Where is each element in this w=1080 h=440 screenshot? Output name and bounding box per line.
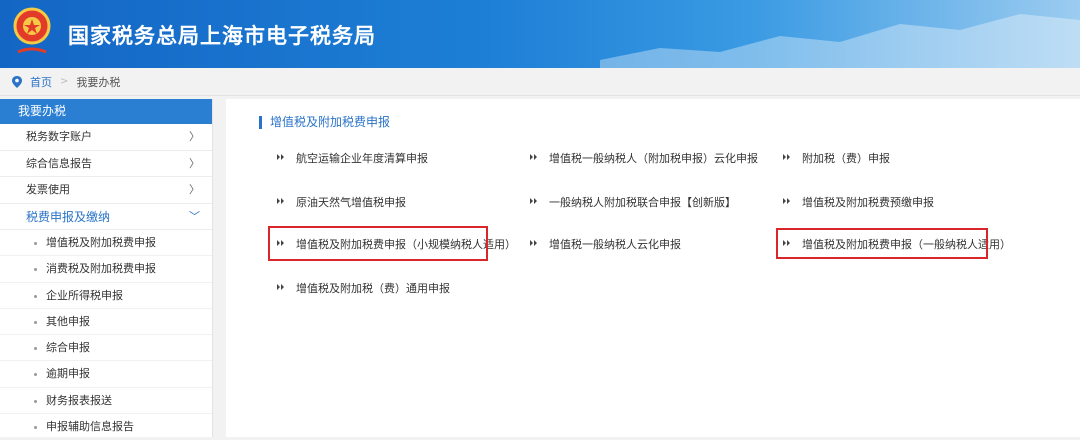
link-label: 航空运输企业年度清算申报 <box>296 152 428 165</box>
link-general-taxpayer-cloud-surcharge[interactable]: 增值税一般纳税人（附加税申报）云化申报 <box>530 150 758 166</box>
sidebar-item-tax-filing[interactable]: 税费申报及缴纳 ﹀ <box>0 204 212 230</box>
breadcrumb: 首页 > 我要办税 <box>0 68 1080 96</box>
sidebar-heading[interactable]: 我要办税 <box>0 99 212 124</box>
bullet-icon <box>34 399 37 403</box>
double-arrow-icon <box>277 154 284 160</box>
double-arrow-icon <box>530 198 537 204</box>
bullet-icon <box>34 242 37 245</box>
sidebar-item-invoice[interactable]: 发票使用 〉 <box>0 177 212 204</box>
sidebar-subitem-label: 增值税及附加税费申报 <box>46 236 156 249</box>
double-arrow-icon <box>783 154 790 160</box>
breadcrumb-separator: > <box>60 76 69 87</box>
breadcrumb-current: 我要办税 <box>76 75 121 89</box>
sidebar-item-label: 综合信息报告 <box>26 156 92 170</box>
sidebar-subitem-consumption-tax[interactable]: 消费税及附加税费申报 <box>0 256 212 283</box>
site-title: 国家税务总局上海市电子税务局 <box>68 24 376 48</box>
chevron-right-icon: 〉 <box>189 130 200 143</box>
sidebar-item-digital-account[interactable]: 税务数字账户 〉 <box>0 124 212 151</box>
sidebar-subitem-vat[interactable]: 增值税及附加税费申报 <box>0 230 212 257</box>
sidebar-item-info-report[interactable]: 综合信息报告 〉 <box>0 151 212 177</box>
bullet-icon <box>34 347 37 351</box>
sidebar-item-label: 税务数字账户 <box>26 130 92 143</box>
breadcrumb-home-link[interactable]: 首页 <box>30 74 52 90</box>
great-wall-background <box>600 14 1080 68</box>
sidebar-subitem-label: 消费税及附加税费申报 <box>46 262 156 276</box>
link-crude-oil-gas-vat[interactable]: 原油天然气增值税申报 <box>277 194 406 210</box>
chevron-right-icon: 〉 <box>189 183 200 196</box>
sidebar-subitem-auxiliary-info[interactable]: 申报辅助信息报告 <box>0 414 212 440</box>
highlight-box-general-taxpayer <box>776 228 988 259</box>
sidebar-item-label: 发票使用 <box>26 183 70 196</box>
highlight-box-small-scale <box>268 226 488 261</box>
bullet-icon <box>34 426 37 430</box>
section-title: 增值税及附加税费申报 <box>259 116 390 129</box>
link-label: 原油天然气增值税申报 <box>296 196 406 209</box>
link-label: 增值税及附加税费预缴申报 <box>802 196 934 209</box>
sidebar-subitem-label: 企业所得税申报 <box>46 288 123 302</box>
main-content: 增值税及附加税费申报 航空运输企业年度清算申报 增值税一般纳税人（附加税申报）云… <box>226 99 1080 437</box>
link-label: 增值税一般纳税人（附加税申报）云化申报 <box>549 152 758 165</box>
link-label: 增值税一般纳税人云化申报 <box>549 238 681 251</box>
chevron-right-icon: 〉 <box>189 156 200 170</box>
double-arrow-icon <box>783 198 790 204</box>
double-arrow-icon <box>277 198 284 204</box>
sidebar-subitem-corporate-income-tax[interactable]: 企业所得税申报 <box>0 283 212 309</box>
double-arrow-icon <box>277 284 284 290</box>
location-pin-icon <box>12 75 22 88</box>
link-general-taxpayer-cloud[interactable]: 增值税一般纳税人云化申报 <box>530 236 681 252</box>
bullet-icon <box>34 294 37 298</box>
sidebar-subitem-other[interactable]: 其他申报 <box>0 309 212 336</box>
bullet-icon <box>34 320 37 324</box>
tax-emblem-icon <box>13 7 51 54</box>
link-label: 增值税及附加税（费）通用申报 <box>296 282 450 295</box>
sidebar-subitem-label: 综合申报 <box>46 341 90 355</box>
site-header: 国家税务总局上海市电子税务局 <box>0 0 1080 68</box>
sidebar-subitem-overdue[interactable]: 逾期申报 <box>0 361 212 388</box>
sidebar-subitem-label: 财务报表报送 <box>46 393 112 407</box>
chevron-down-icon: ﹀ <box>189 209 200 223</box>
link-aviation-annual-settlement[interactable]: 航空运输企业年度清算申报 <box>277 150 428 166</box>
link-vat-general-filing[interactable]: 增值税及附加税（费）通用申报 <box>277 280 450 296</box>
sidebar-subitem-financial-statements[interactable]: 财务报表报送 <box>0 388 212 415</box>
link-label: 附加税（费）申报 <box>802 152 890 165</box>
link-general-taxpayer-joint-filing[interactable]: 一般纳税人附加税联合申报【创新版】 <box>530 194 736 210</box>
link-vat-prepayment[interactable]: 增值税及附加税费预缴申报 <box>783 194 934 210</box>
link-label: 一般纳税人附加税联合申报【创新版】 <box>549 196 736 209</box>
bullet-icon <box>34 268 37 272</box>
sidebar-subitem-label: 申报辅助信息报告 <box>46 420 134 434</box>
sidebar: 我要办税 税务数字账户 〉 综合信息报告 〉 发票使用 〉 税费申报及缴纳 ﹀ … <box>0 99 213 440</box>
sidebar-subitem-combined[interactable]: 综合申报 <box>0 335 212 362</box>
link-surcharge-filing[interactable]: 附加税（费）申报 <box>783 150 890 166</box>
double-arrow-icon <box>530 154 537 160</box>
sidebar-item-label: 税费申报及缴纳 <box>26 209 111 224</box>
bullet-icon <box>34 373 37 377</box>
sidebar-subitem-label: 其他申报 <box>46 314 90 328</box>
sidebar-subitem-label: 逾期申报 <box>46 367 90 381</box>
double-arrow-icon <box>530 240 537 246</box>
